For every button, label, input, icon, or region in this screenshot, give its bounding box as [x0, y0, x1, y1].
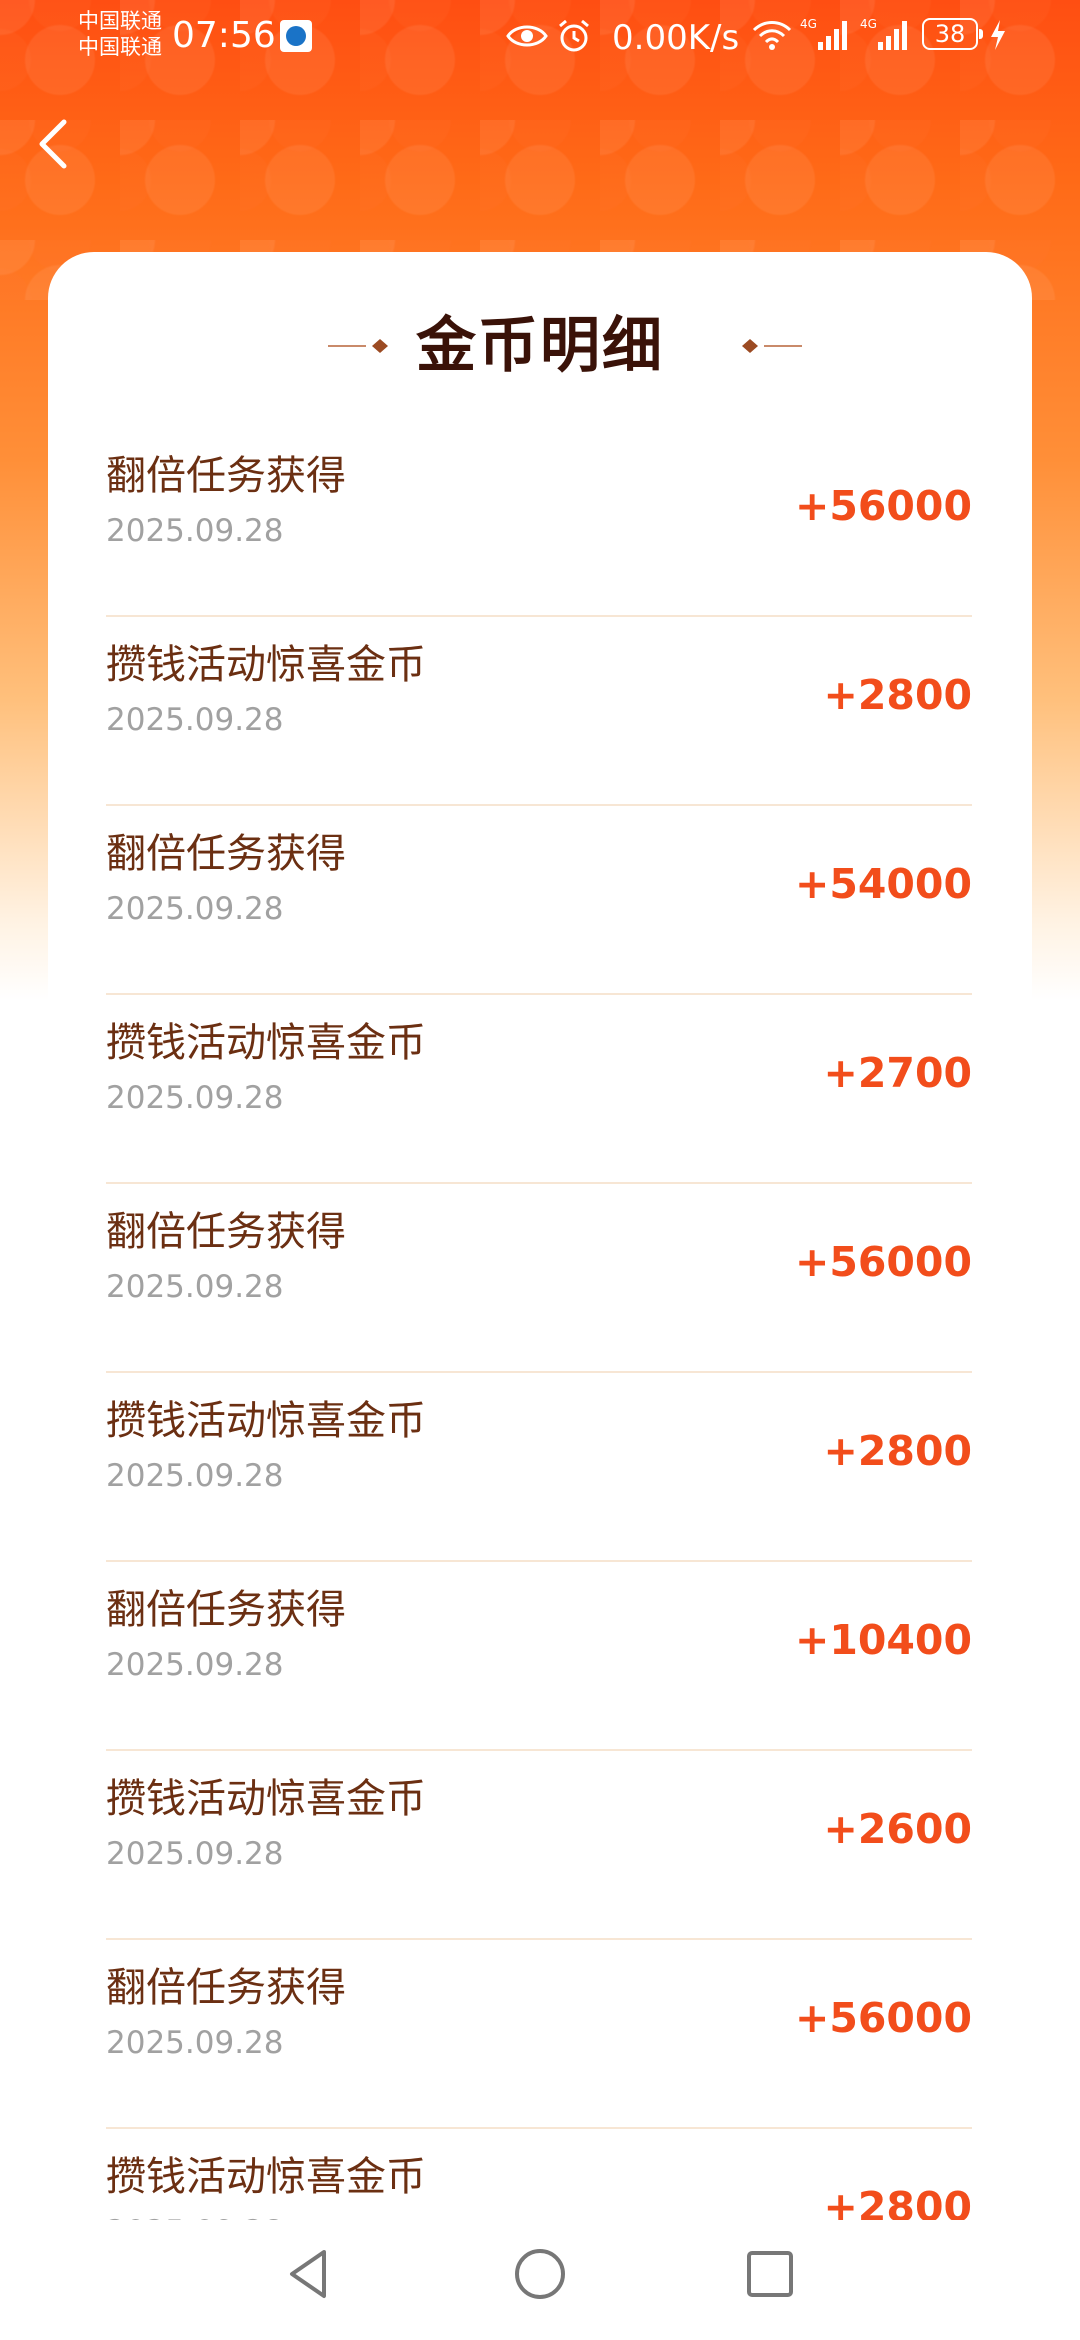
- page-title: 金币明细: [416, 311, 664, 381]
- network-speed: 0.00K/s: [612, 18, 740, 58]
- alarm-icon: [559, 19, 589, 52]
- record-title: 攒钱活动惊喜金币: [106, 1398, 426, 1444]
- record-date: 2025.09.28: [106, 2211, 284, 2220]
- carrier-names: 中国联通 中国联通: [78, 8, 162, 60]
- record-date: 2025.09.28: [106, 1647, 284, 1683]
- record-amount: +2800: [823, 671, 972, 719]
- battery-level: 38: [934, 20, 966, 48]
- list-item: 攒钱活动惊喜金币 2025.09.28 +2700: [106, 997, 972, 1184]
- signal-1-label: 4G: [800, 17, 817, 31]
- coin-details-page: 中国联通 中国联通 07:56 0.00K/s 4G 4G 38 金币明细 翻倍…: [0, 0, 1080, 2340]
- record-title: 翻倍任务获得: [106, 831, 346, 877]
- coin-record-list[interactable]: 翻倍任务获得 2025.09.28 +56000 攒钱活动惊喜金币 2025.09.28…: [106, 430, 972, 2220]
- record-amount: +56000: [795, 482, 972, 530]
- list-item: 翻倍任务获得 2025.09.28 +56000: [106, 430, 972, 617]
- record-date: 2025.09.28: [106, 2025, 284, 2061]
- title-ornament-right-icon: [742, 339, 802, 353]
- record-amount: +2600: [823, 1805, 972, 1853]
- record-amount: +56000: [795, 1994, 972, 2042]
- record-title: 翻倍任务获得: [106, 1965, 346, 2011]
- list-item: 攒钱活动惊喜金币 2025.09.28 +2800: [106, 1375, 972, 1562]
- record-date: 2025.09.28: [106, 513, 284, 549]
- record-date: 2025.09.28: [106, 702, 284, 738]
- record-title: 翻倍任务获得: [106, 453, 346, 499]
- record-date: 2025.09.28: [106, 1269, 284, 1305]
- signal-2-label: 4G: [860, 17, 877, 31]
- record-amount: +10400: [795, 1616, 972, 1664]
- record-amount: +2800: [823, 1427, 972, 1475]
- record-amount: +56000: [795, 1238, 972, 1286]
- carrier-1: 中国联通: [78, 9, 162, 33]
- list-item: 翻倍任务获得 2025.09.28 +54000: [106, 808, 972, 995]
- record-date: 2025.09.28: [106, 1458, 284, 1494]
- signal-strength-icon: 4G: [860, 17, 907, 50]
- system-navigation-bar: [0, 2220, 1080, 2340]
- record-date: 2025.09.28: [106, 1080, 284, 1116]
- record-amount: +2700: [823, 1049, 972, 1097]
- circle-home-icon[interactable]: [510, 2244, 570, 2304]
- record-title: 攒钱活动惊喜金币: [106, 1020, 426, 1066]
- record-amount: +2800: [823, 2183, 972, 2220]
- record-title: 翻倍任务获得: [106, 1587, 346, 1633]
- list-item: 翻倍任务获得 2025.09.28 +56000: [106, 1942, 972, 2129]
- record-amount: +54000: [795, 860, 972, 908]
- record-title: 攒钱活动惊喜金币: [106, 642, 426, 688]
- coin-details-card: 金币明细 翻倍任务获得 2025.09.28 +56000 攒钱活动惊喜金币 2025.…: [48, 252, 1032, 2340]
- back-button[interactable]: [28, 106, 88, 182]
- app-notification-icon: [280, 20, 312, 52]
- record-title: 攒钱活动惊喜金币: [106, 2154, 426, 2200]
- signal-strength-icon: 4G: [800, 17, 847, 50]
- eye-icon: [506, 25, 548, 47]
- card-header: 金币明细: [48, 306, 1032, 386]
- carrier-2: 中国联通: [78, 35, 162, 59]
- list-item: 攒钱活动惊喜金币 2025.09.28 +2600: [106, 1753, 972, 1940]
- list-item: 攒钱活动惊喜金币 2025.09.28 +2800: [106, 619, 972, 806]
- charging-bolt-icon: [991, 20, 1005, 50]
- triangle-back-icon[interactable]: [280, 2244, 340, 2304]
- record-date: 2025.09.28: [106, 1836, 284, 1872]
- record-title: 翻倍任务获得: [106, 1209, 346, 1255]
- battery-icon: 38: [922, 18, 983, 50]
- list-item: 翻倍任务获得 2025.09.28 +56000: [106, 1186, 972, 1373]
- square-recents-icon[interactable]: [740, 2244, 800, 2304]
- record-date: 2025.09.28: [106, 891, 284, 927]
- wifi-icon: [752, 21, 792, 50]
- status-bar: 中国联通 中国联通 07:56 0.00K/s 4G 4G 38: [0, 0, 1080, 72]
- list-item: 攒钱活动惊喜金币 2025.09.28 +2800: [106, 2131, 972, 2220]
- record-title: 攒钱活动惊喜金币: [106, 1776, 426, 1822]
- chevron-left-icon: [39, 119, 67, 169]
- list-item: 翻倍任务获得 2025.09.28 +10400: [106, 1564, 972, 1751]
- clock: 07:56: [172, 15, 276, 56]
